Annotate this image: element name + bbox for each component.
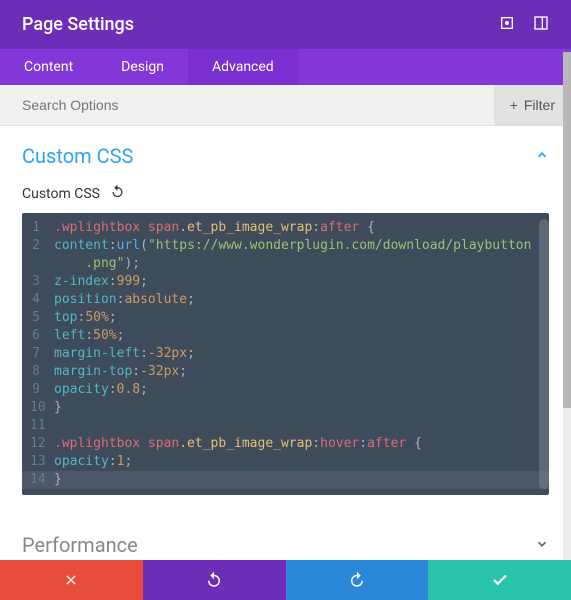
undo-button[interactable] [143,560,286,600]
search-bar: + Filter [0,85,571,126]
scrollbar-thumb[interactable] [563,52,571,408]
code-content: } [54,471,62,489]
field-label-row: Custom CSS [22,180,549,213]
code-content: opacity:0.8; [54,381,148,399]
editor-scrollbar[interactable] [539,219,549,489]
tab-content[interactable]: Content [0,49,97,85]
section-custom-css-header[interactable]: Custom CSS [22,126,549,180]
tab-bar: Content Design Advanced [0,49,571,85]
line-number: 4 [30,291,54,309]
code-content: position:absolute; [54,291,195,309]
code-content: z-index:999; [54,273,148,291]
code-content: content:url("https://www.wonderplugin.co… [54,237,531,255]
section-title: Performance [22,533,138,557]
plus-icon: + [510,97,518,113]
reset-icon[interactable] [110,184,125,203]
line-number: 6 [30,327,54,345]
section-performance-header[interactable]: Performance [22,515,549,564]
expand-icon[interactable] [499,15,515,35]
section-title: Custom CSS [22,144,133,168]
code-content: } [54,399,62,417]
code-content: margin-left:-32px; [54,345,195,363]
chevron-up-icon [535,147,549,166]
code-content: .wplightbox span.et_pb_image_wrap:after … [54,219,375,237]
code-content: top:50%; [54,309,117,327]
line-number: 2 [30,237,54,255]
line-number: 8 [30,363,54,381]
code-content: .wplightbox span.et_pb_image_wrap:hover:… [54,435,422,453]
line-number: 7 [30,345,54,363]
layout-icon[interactable] [533,15,549,35]
tab-advanced[interactable]: Advanced [188,49,298,85]
chevron-down-icon [535,536,549,555]
header-actions [499,15,549,35]
footer-actions [0,560,571,600]
save-button[interactable] [428,560,571,600]
line-number: 12 [30,435,54,453]
page-scrollbar[interactable] [563,52,571,560]
tab-design[interactable]: Design [97,49,188,85]
line-number: 1 [30,219,54,237]
code-content: margin-top:-32px; [54,363,187,381]
line-number: 3 [30,273,54,291]
code-content: .png"); [54,255,140,273]
line-number [30,255,54,273]
page-title: Page Settings [22,14,134,35]
line-number: 9 [30,381,54,399]
redo-button[interactable] [286,560,429,600]
field-label: Custom CSS [22,186,100,202]
line-number: 11 [30,417,54,435]
content-area: Custom CSS Custom CSS 1.wplightbox span.… [0,126,571,564]
cancel-button[interactable] [0,560,143,600]
search-input[interactable] [22,85,494,125]
code-editor[interactable]: 1.wplightbox span.et_pb_image_wrap:after… [22,213,549,495]
line-number: 13 [30,453,54,471]
filter-label: Filter [524,97,555,113]
line-number: 14 [30,471,54,489]
code-content: opacity:1; [54,453,132,471]
line-number: 5 [30,309,54,327]
line-number: 10 [30,399,54,417]
modal-header: Page Settings [0,0,571,49]
code-content: left:50%; [54,327,124,345]
filter-button[interactable]: + Filter [494,85,571,125]
